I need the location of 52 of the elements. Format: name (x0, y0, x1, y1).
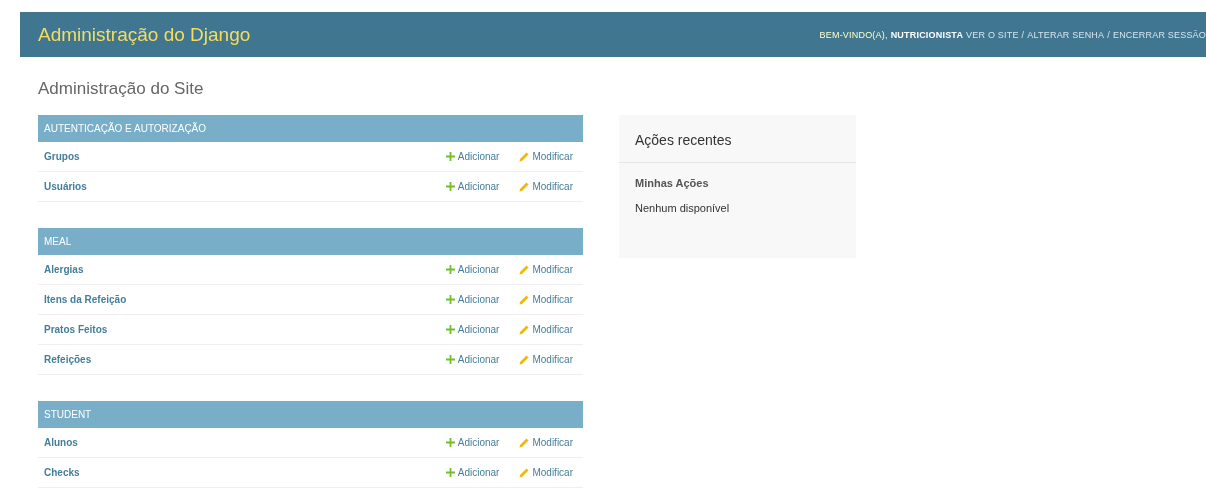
plus-icon (445, 182, 455, 191)
plus-icon (445, 438, 455, 447)
site-branding[interactable]: Administração do Django (38, 23, 251, 46)
pencil-icon (519, 294, 530, 305)
username-text: NUTRICIONISTA (890, 29, 964, 40)
add-link[interactable]: Adicionar (445, 437, 500, 448)
change-link[interactable]: Modificar (519, 437, 573, 448)
welcome-text: BEM-VINDO(A), (819, 29, 888, 40)
my-actions-heading: Minhas Ações (635, 177, 710, 189)
change-link[interactable]: Modificar (519, 151, 573, 162)
user-tool-link[interactable]: VER O SITE (966, 29, 1019, 40)
change-link[interactable]: Modificar (519, 294, 573, 305)
change-link[interactable]: Modificar (519, 324, 573, 335)
change-link[interactable]: Modificar (519, 181, 573, 192)
pencil-icon (519, 324, 530, 335)
user-tool-link[interactable]: ENCERRAR SESSÃO (1112, 29, 1206, 40)
add-link[interactable]: Adicionar (445, 151, 500, 162)
plus-icon (445, 152, 455, 161)
user-tool-link[interactable]: ALTERAR SENHA (1027, 29, 1105, 40)
plus-icon (445, 265, 455, 274)
recent-actions-title: Ações recentes (619, 115, 856, 163)
change-link[interactable]: Modificar (519, 264, 573, 275)
plus-icon (445, 468, 455, 477)
pencil-icon (519, 181, 530, 192)
add-link[interactable]: Adicionar (445, 294, 500, 305)
plus-icon (445, 325, 455, 334)
plus-icon (445, 295, 455, 304)
pencil-icon (519, 467, 530, 478)
model-link[interactable]: Checks (44, 467, 426, 478)
add-link[interactable]: Adicionar (445, 467, 500, 478)
add-link[interactable]: Adicionar (445, 181, 500, 192)
separator-text: / (1107, 29, 1110, 40)
pencil-icon (519, 264, 530, 275)
change-link[interactable]: Modificar (519, 467, 573, 478)
model-link[interactable]: Alergias (44, 264, 426, 275)
model-link[interactable]: Grupos (44, 151, 426, 162)
model-link[interactable]: Refeições (44, 354, 426, 365)
change-link[interactable]: Modificar (519, 354, 573, 365)
model-link[interactable]: Itens da Refeição (44, 294, 426, 305)
page-title: Administração do Site (38, 79, 205, 99)
model-link[interactable]: Pratos Feitos (44, 324, 426, 335)
model-link[interactable]: Usuários (44, 181, 426, 192)
empty-text: Nenhum disponível (635, 202, 731, 214)
add-link[interactable]: Adicionar (445, 324, 500, 335)
plus-icon (445, 355, 455, 364)
separator-text: / (1021, 29, 1025, 40)
pencil-icon (519, 151, 530, 162)
add-link[interactable]: Adicionar (445, 354, 500, 365)
pencil-icon (519, 437, 530, 448)
model-link[interactable]: Alunos (44, 437, 426, 448)
pencil-icon (519, 354, 530, 365)
add-link[interactable]: Adicionar (445, 264, 500, 275)
